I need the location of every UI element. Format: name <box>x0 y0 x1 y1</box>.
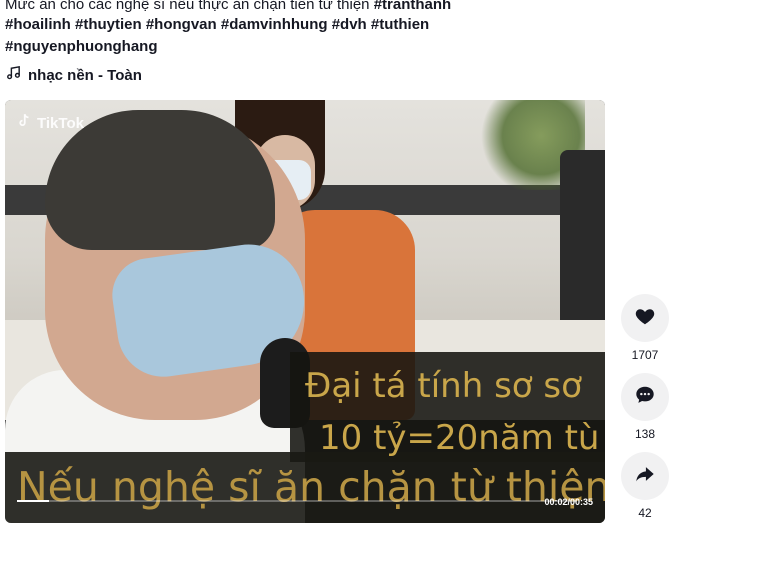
comment-action: 138 <box>621 373 669 441</box>
share-action: 42 <box>621 452 669 520</box>
comment-button[interactable] <box>621 373 669 421</box>
overlay-caption-3: Nếu nghệ sĩ ăn chặn từ thiện <box>17 463 605 511</box>
video-frame <box>5 100 605 523</box>
time-display: 00:02/00:35 <box>544 497 593 507</box>
heart-icon <box>634 305 656 332</box>
like-button[interactable] <box>621 294 669 342</box>
like-action: 1707 <box>621 294 669 362</box>
share-button[interactable] <box>621 452 669 500</box>
music-note-icon <box>5 64 22 88</box>
caption-text: Mức án cho các nghệ sĩ nếu thực ăn chặn … <box>5 0 370 13</box>
hashtag-link[interactable]: #tranthanh <box>374 0 452 13</box>
music-label: nhạc nền - Toàn <box>28 67 142 84</box>
comment-count: 138 <box>634 427 656 441</box>
hashtag-row-2[interactable]: #nguyenphuonghang <box>5 36 157 58</box>
watermark-text: TikTok <box>37 114 84 132</box>
music-link[interactable]: nhạc nền - Toàn <box>5 64 142 88</box>
comment-icon <box>634 384 656 411</box>
like-count: 1707 <box>631 348 659 362</box>
share-count: 42 <box>638 506 652 520</box>
video-player[interactable]: TikTok Đại tá tính sơ sơ 10 tỷ=20năm tù … <box>5 100 605 523</box>
progress-fill <box>17 500 49 502</box>
share-icon <box>634 463 656 490</box>
tiktok-watermark: TikTok <box>15 112 84 134</box>
hashtag-row-1[interactable]: #hoailinh #thuytien #hongvan #damvinhhun… <box>5 14 429 36</box>
video-progress-bar[interactable] <box>17 500 577 502</box>
overlay-caption-1: Đại tá tính sơ sơ <box>305 366 582 406</box>
overlay-caption-2: 10 tỷ=20năm tù <box>319 418 600 458</box>
tiktok-logo-icon <box>15 112 33 134</box>
